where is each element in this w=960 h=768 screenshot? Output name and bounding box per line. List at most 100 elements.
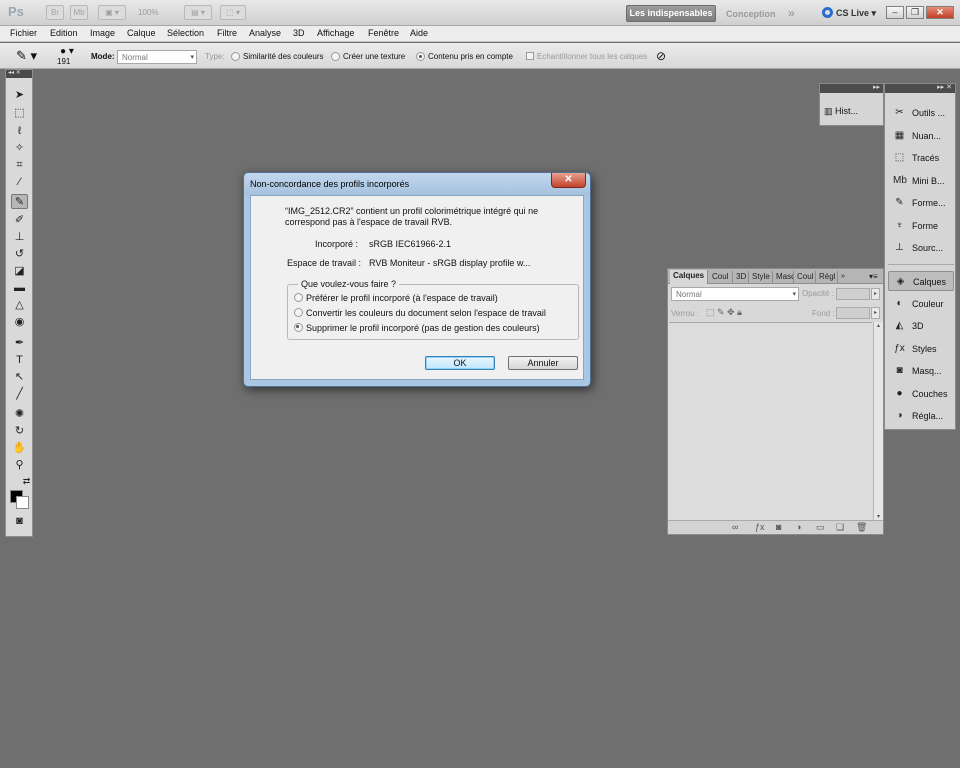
dock-layers[interactable]: ◈ Calques [888, 271, 954, 291]
workspace-design-button[interactable]: Conception [726, 9, 776, 19]
link-layers-icon[interactable]: ∞ [732, 522, 738, 532]
menu-3d[interactable]: 3D [293, 28, 305, 38]
brush-preset-icon[interactable]: ● ▾ [60, 46, 74, 57]
dock-brush-presets[interactable]: ✎ Forme... [888, 193, 954, 213]
menu-affichage[interactable]: Affichage [317, 28, 354, 38]
type-similarity-radio[interactable] [231, 52, 240, 61]
eyedropper-tool-icon[interactable]: ⁄ [11, 175, 28, 190]
shape-tool-icon[interactable]: ╱ [11, 387, 28, 402]
history-panel-header[interactable]: ▸▸ [820, 84, 883, 93]
menu-image[interactable]: Image [90, 28, 115, 38]
3d-orbit-tool-icon[interactable]: ↻ [11, 424, 28, 439]
dock-masks[interactable]: ◙ Masq... [888, 361, 954, 381]
tab-layers[interactable]: Calques [670, 270, 708, 284]
option-convert[interactable]: Convertir les couleurs du document selon… [294, 308, 546, 318]
menu-calque[interactable]: Calque [127, 28, 156, 38]
minimize-button[interactable]: – [886, 6, 904, 19]
dock-adjustments[interactable]: ◑ Régla... [888, 406, 954, 426]
menu-analyse[interactable]: Analyse [249, 28, 281, 38]
layer-style-icon[interactable]: ƒx [755, 522, 765, 532]
delete-layer-icon[interactable]: 🗑︎ [856, 522, 867, 533]
eraser-tool-icon[interactable]: ◪ [11, 264, 28, 279]
layers-scrollbar[interactable]: ▴ ▾ [873, 322, 883, 520]
lock-icons[interactable]: ⬚ ✎ ✥ 🔒︎ [706, 307, 742, 318]
tabs-overflow-icon[interactable]: » [838, 271, 848, 284]
menu-fenetre[interactable]: Fenêtre [368, 28, 399, 38]
menu-fichier[interactable]: Fichier [10, 28, 37, 38]
background-color-swatch[interactable] [16, 496, 29, 509]
workspace-essentials-button[interactable]: Les indispensables [626, 5, 716, 22]
new-group-icon[interactable]: ▭ [816, 522, 825, 533]
dock-swatches[interactable]: ▦ Nuan... [888, 126, 954, 146]
type-content-aware-radio[interactable] [416, 52, 425, 61]
mini-bridge-button[interactable]: Mb [70, 5, 88, 20]
move-tool-icon[interactable]: ➤ [11, 88, 28, 103]
fill-field[interactable] [836, 307, 870, 319]
pen-tool-icon[interactable]: ✒ [11, 336, 28, 351]
tools-panel-header[interactable]: ◂◂ ✕ [6, 70, 32, 78]
workspace-more-icon[interactable]: » [788, 6, 795, 20]
option-discard[interactable]: Supprimer le profil incorporé (pas de ge… [294, 323, 540, 333]
spot-healing-brush-icon[interactable]: ✎ ▾ [16, 48, 37, 64]
tab-styles[interactable]: Style [749, 271, 773, 284]
dock-clone-source[interactable]: ⊥ Sourc... [888, 238, 954, 258]
new-layer-icon[interactable]: ❑ [836, 522, 844, 533]
dodge-tool-icon[interactable]: ◉ [11, 315, 28, 330]
blur-tool-icon[interactable]: △ [11, 298, 28, 313]
fill-arrow-icon[interactable]: ▸ [871, 307, 880, 319]
cs-live-button[interactable]: CS Live ▾ [822, 7, 876, 19]
panel-menu-icon[interactable]: ▾≡ [866, 271, 881, 284]
quick-selection-tool-icon[interactable]: ✧ [11, 141, 28, 156]
dock-mini-bridge[interactable]: Mb Mini B... [888, 171, 954, 191]
history-panel-button[interactable]: ▥ Hist... [824, 106, 858, 117]
sample-all-layers-checkbox[interactable] [526, 52, 534, 60]
menu-selection[interactable]: Sélection [167, 28, 204, 38]
swap-colors-icon[interactable]: ⇄ [18, 474, 35, 489]
screen-mode-button[interactable]: ⬚ ▾ [220, 5, 246, 20]
adjustment-layer-icon[interactable]: ◑ [796, 522, 801, 532]
3d-rotate-tool-icon[interactable]: ✺ [11, 407, 28, 422]
ok-button[interactable]: OK [425, 356, 495, 370]
dock-tool-presets[interactable]: ✂ Outils ... [888, 103, 954, 123]
view-extras-button[interactable]: ▣ ▾ [98, 5, 126, 20]
tab-3d[interactable]: 3D [733, 271, 749, 284]
tab-channels[interactable]: Coul [794, 271, 816, 284]
path-selection-tool-icon[interactable]: ↖ [11, 370, 28, 385]
dialog-close-button[interactable]: ✕ [551, 173, 586, 188]
dock-styles[interactable]: ƒx Styles [888, 339, 954, 359]
add-mask-icon[interactable]: ◙ [776, 522, 781, 532]
lasso-tool-icon[interactable]: ℓ [11, 124, 28, 139]
dock-channels[interactable]: ● Couches [888, 384, 954, 404]
option-use-embedded[interactable]: Préférer le profil incorporé (à l'espace… [294, 293, 498, 303]
option-use-embedded-radio[interactable] [294, 293, 303, 302]
bridge-button[interactable]: Br [46, 5, 64, 20]
dialog-titlebar[interactable]: Non-concordance des profils incorporés ✕ [244, 173, 590, 195]
tab-color[interactable]: Coul [709, 271, 733, 284]
option-convert-radio[interactable] [294, 308, 303, 317]
option-discard-radio[interactable] [294, 323, 303, 332]
type-tool-icon[interactable]: T [11, 353, 28, 368]
cancel-button[interactable]: Annuler [508, 356, 578, 370]
zoom-tool-icon[interactable]: ⚲ [11, 458, 28, 473]
clone-stamp-tool-icon[interactable]: ⊥ [11, 230, 28, 245]
restore-button[interactable]: ❐ [906, 6, 924, 19]
layers-list[interactable] [669, 322, 872, 520]
gradient-tool-icon[interactable]: ▬ [11, 281, 28, 296]
mode-select[interactable]: Normal ▾ [117, 50, 197, 64]
marquee-tool-icon[interactable]: ⬚ [11, 106, 28, 121]
tab-masks[interactable]: Masq [773, 271, 794, 284]
spot-healing-tool-icon[interactable]: ✎ [11, 194, 28, 209]
hand-tool-icon[interactable]: ✋ [11, 441, 28, 456]
blend-mode-select[interactable]: Normal ▾ [671, 287, 799, 301]
dock-paths[interactable]: ⬚ Tracés [888, 148, 954, 168]
history-brush-tool-icon[interactable]: ↺ [11, 247, 28, 262]
close-app-button[interactable]: ✕ [926, 6, 954, 19]
dock-3d[interactable]: ◭ 3D [888, 316, 954, 336]
type-texture-radio[interactable] [331, 52, 340, 61]
pressure-size-icon[interactable]: ⊘ [656, 49, 666, 63]
opacity-field[interactable] [836, 288, 870, 300]
opacity-arrow-icon[interactable]: ▸ [871, 288, 880, 300]
dock-color[interactable]: ◐ Couleur [888, 294, 954, 314]
menu-aide[interactable]: Aide [410, 28, 428, 38]
zoom-level[interactable]: 100% [138, 8, 158, 17]
